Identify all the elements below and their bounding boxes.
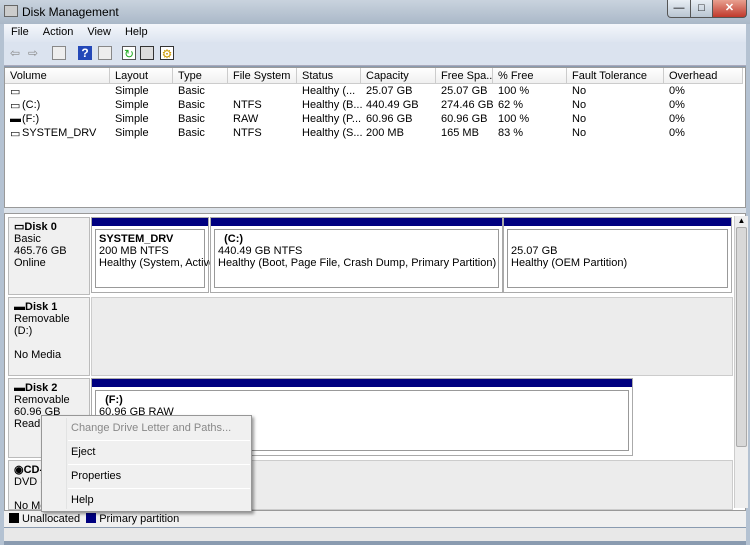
disk-1-label[interactable]: ▬Disk 1 Removable (D:) No Media	[8, 297, 90, 376]
disk-management-icon	[4, 5, 18, 17]
menu-view[interactable]: View	[80, 24, 118, 38]
properties-icon[interactable]	[140, 46, 154, 60]
table-cell[interactable]: 0%	[664, 99, 685, 111]
column-header[interactable]: Status	[297, 68, 361, 84]
window-title: Disk Management	[22, 5, 119, 19]
table-cell[interactable]: 440.49 GB	[361, 99, 419, 111]
menu-item-change-drive-letter: Change Drive Letter and Paths...	[71, 422, 232, 434]
menu-item-properties[interactable]: Properties	[68, 465, 250, 487]
scrollbar-thumb[interactable]	[736, 227, 747, 447]
table-cell[interactable]: No	[567, 113, 586, 125]
table-cell[interactable]: 0%	[664, 85, 685, 97]
back-icon[interactable]: ⇦	[8, 46, 22, 60]
legend-primary: Primary partition	[99, 513, 180, 525]
table-cell[interactable]: NTFS	[228, 127, 262, 139]
volume-icon: ▭	[10, 128, 21, 140]
table-cell[interactable]: Healthy (...	[297, 85, 355, 97]
removable-disk-icon: ▬	[14, 301, 25, 313]
table-cell[interactable]: 60.96 GB	[361, 113, 412, 125]
table-cell[interactable]: 100 %	[493, 85, 529, 97]
rescan-icon[interactable]: ⚙	[160, 46, 174, 61]
menu-action[interactable]: Action	[36, 24, 81, 38]
column-header[interactable]: Layout	[110, 68, 173, 84]
table-cell[interactable]: 25.07 GB	[436, 85, 487, 97]
table-cell[interactable]: 62 %	[493, 99, 523, 111]
table-cell[interactable]: 83 %	[493, 127, 523, 139]
column-header[interactable]: Capacity	[361, 68, 436, 84]
table-cell[interactable]: Simple	[110, 85, 149, 97]
console-tree-icon[interactable]	[52, 46, 66, 60]
removable-disk-icon: ▬	[14, 382, 25, 394]
partition-system-drv[interactable]: SYSTEM_DRV 200 MB NTFS Healthy (System, Ac…	[91, 217, 218, 293]
column-header[interactable]: Fault Tolerance	[567, 68, 664, 84]
refresh-icon[interactable]: ↻	[122, 46, 136, 61]
disk-icon: ▭	[14, 221, 25, 233]
table-cell[interactable]: Basic	[173, 85, 205, 97]
disk-1-area	[91, 297, 733, 376]
table-cell[interactable]: SYSTEM_DRV	[17, 127, 96, 139]
menu-help[interactable]: Help	[118, 24, 155, 38]
table-cell[interactable]: Healthy (P...	[297, 113, 361, 125]
column-header[interactable]: File System	[228, 68, 297, 84]
scroll-up-icon[interactable]: ▲	[735, 216, 748, 225]
table-cell[interactable]: RAW	[228, 113, 258, 125]
table-cell[interactable]: 165 MB	[436, 127, 479, 139]
table-cell[interactable]: No	[567, 127, 586, 139]
table-cell[interactable]: Simple	[110, 127, 149, 139]
menu-bar: File Action View Help	[4, 24, 746, 42]
table-cell[interactable]: 200 MB	[361, 127, 404, 139]
minimize-button[interactable]: —	[667, 0, 691, 18]
table-cell[interactable]: 100 %	[493, 113, 529, 125]
column-header[interactable]: Volume	[5, 68, 110, 84]
cdrom-icon: ◉	[14, 464, 24, 476]
table-cell[interactable]: No	[567, 99, 586, 111]
status-bar	[4, 528, 746, 541]
partition-oem[interactable]: 25.07 GB Healthy (OEM Partition)	[503, 217, 732, 293]
table-cell[interactable]: Healthy (S...	[297, 127, 363, 139]
toolbar: ⇦ ⇨ ? ↻ ⚙	[4, 42, 746, 66]
table-cell[interactable]: Basic	[173, 113, 205, 125]
table-cell[interactable]: 0%	[664, 113, 685, 125]
close-button[interactable]: ✕	[712, 0, 747, 18]
table-cell[interactable]: NTFS	[228, 99, 262, 111]
title-bar: Disk Management — □ ✕	[0, 0, 750, 24]
table-cell[interactable]: 60.96 GB	[436, 113, 487, 125]
menu-file[interactable]: File	[4, 24, 36, 38]
table-cell[interactable]: (C:)	[17, 99, 40, 111]
column-header[interactable]: % Free	[493, 68, 567, 84]
table-cell[interactable]: Healthy (B...	[297, 99, 363, 111]
column-header[interactable]: Free Spa...	[436, 68, 493, 84]
menu-item-eject[interactable]: Eject	[68, 441, 250, 463]
partition-c[interactable]: (C:) 440.49 GB NTFS Healthy (Boot, Page Fi…	[210, 217, 503, 293]
volume-icon: ▬	[10, 113, 21, 125]
table-cell[interactable]: Simple	[110, 99, 149, 111]
unallocated-swatch	[9, 513, 19, 523]
table-cell[interactable]: Basic	[173, 99, 205, 111]
column-header[interactable]: Type	[173, 68, 228, 84]
legend-unallocated: Unallocated	[22, 513, 81, 525]
help-icon[interactable]: ?	[78, 46, 92, 60]
table-cell[interactable]: Simple	[110, 113, 149, 125]
forward-icon[interactable]: ⇨	[26, 46, 40, 60]
table-cell[interactable]: 274.46 GB	[436, 99, 494, 111]
primary-swatch	[86, 513, 97, 523]
disk-0-label[interactable]: ▭Disk 0 Basic 465.76 GB Online	[8, 217, 90, 295]
volume-list: Volume Layout Type File System Status Capacit…	[4, 67, 746, 208]
table-cell[interactable]: Basic	[173, 127, 205, 139]
column-header[interactable]: Overhead	[664, 68, 743, 84]
disk-0-partitions: SYSTEM_DRV 200 MB NTFS Healthy (System, Ac…	[91, 217, 733, 295]
volume-icon: ▭	[10, 86, 21, 98]
table-cell[interactable]: 0%	[664, 127, 685, 139]
show-pane-icon[interactable]	[98, 46, 112, 60]
context-menu: Change Drive Letter and Paths... Eject P…	[41, 415, 252, 512]
vertical-scrollbar[interactable]: ▲	[734, 216, 748, 508]
table-cell[interactable]: 25.07 GB	[361, 85, 412, 97]
volume-icon: ▭	[10, 100, 21, 112]
maximize-button[interactable]: □	[690, 0, 713, 18]
menu-item-help[interactable]: Help	[68, 489, 250, 511]
table-cell[interactable]: No	[567, 85, 586, 97]
legend: Unallocated Primary partition	[4, 511, 746, 527]
